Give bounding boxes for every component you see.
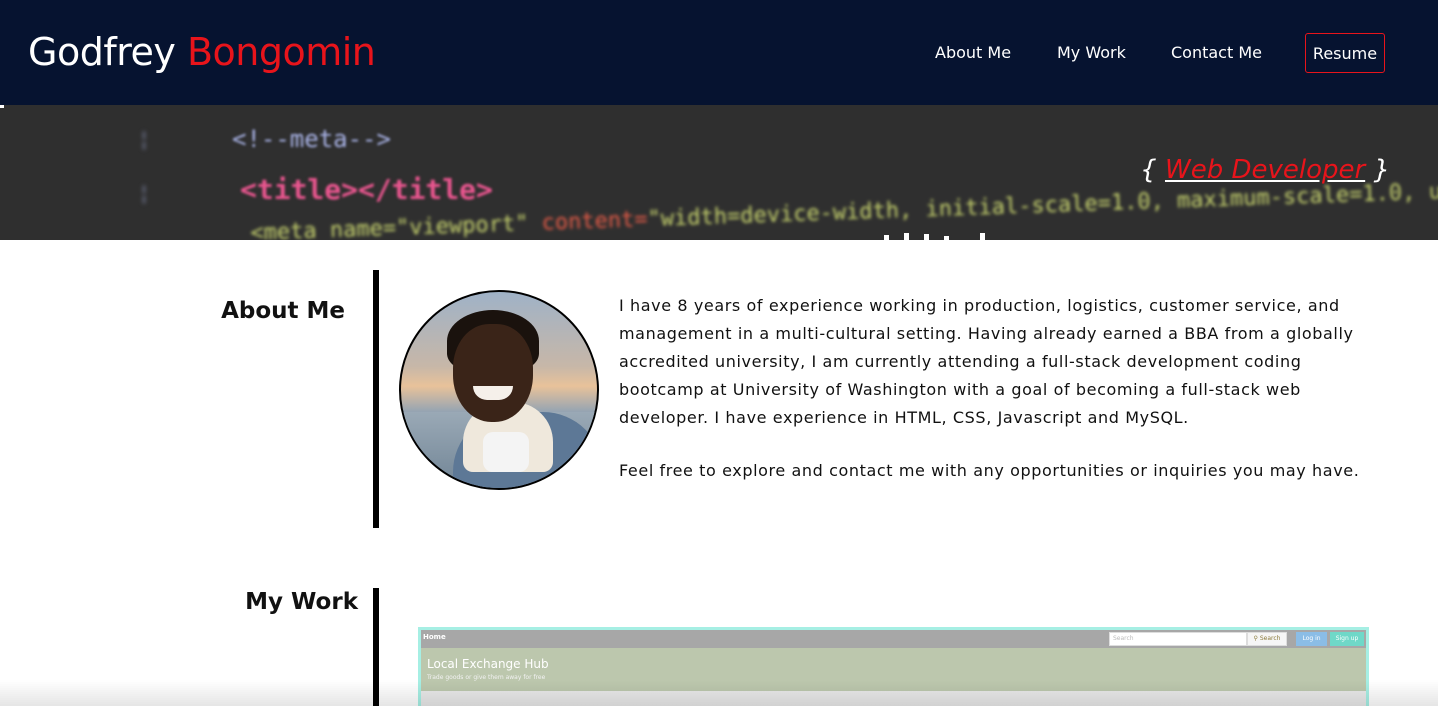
- hero-decor-bars: [880, 233, 1000, 240]
- hero-corner-mark: [0, 105, 4, 108]
- code-background-line: <title></title>: [240, 173, 493, 206]
- decor-bar: [884, 235, 889, 240]
- decor-bar: [980, 233, 985, 240]
- about-section-title: About Me: [221, 298, 345, 324]
- decor-bar: [904, 233, 909, 240]
- tagline-brace-close: }: [1373, 155, 1390, 185]
- project-preview-navbar: Home Search ⚲ Search Log in Sign up: [421, 630, 1366, 648]
- about-description: I have 8 years of experience working in …: [619, 292, 1379, 485]
- project-preview-hero: Local Exchange Hub Trade goods or give t…: [421, 648, 1366, 691]
- section-divider: [373, 588, 379, 706]
- nav-link-about[interactable]: About Me: [935, 33, 1011, 73]
- code-gutter-mark: ¦: [138, 127, 151, 151]
- tagline-role: Web Developer: [1164, 155, 1366, 185]
- nav-link-contact[interactable]: Contact Me: [1171, 33, 1262, 73]
- hero-tagline: { Web Developer }: [1140, 155, 1390, 185]
- code-gutter-mark: ¦: [138, 181, 151, 205]
- hero-banner: ¦ ¦ <!--meta--> <title></title> <meta na…: [0, 105, 1438, 240]
- project-preview-login-button: Log in: [1296, 632, 1327, 646]
- about-paragraph: Feel free to explore and contact me with…: [619, 461, 1360, 480]
- main-nav: About Me My Work Contact Me Resume: [0, 33, 1438, 73]
- project-preview-title: Local Exchange Hub: [427, 657, 549, 671]
- project-preview-home: Home: [423, 633, 446, 641]
- profile-photo: [399, 290, 599, 490]
- resume-button[interactable]: Resume: [1305, 33, 1385, 73]
- work-section-title: My Work: [245, 589, 358, 615]
- tagline-brace-open: {: [1140, 155, 1157, 185]
- about-paragraph: I have 8 years of experience working in …: [619, 296, 1354, 427]
- nav-link-work[interactable]: My Work: [1057, 33, 1126, 73]
- project-preview-subtitle: Trade goods or give them away for free: [427, 674, 546, 681]
- site-header: Godfrey Bongomin About Me My Work Contac…: [0, 0, 1438, 105]
- code-fragment: <meta name="viewport": [250, 210, 543, 240]
- project-preview-signup-button: Sign up: [1330, 632, 1364, 646]
- photo-shirt: [483, 432, 529, 472]
- project-card-local-exchange-hub[interactable]: Home Search ⚲ Search Log in Sign up Loca…: [418, 627, 1369, 706]
- project-preview-search-input: Search: [1109, 632, 1247, 646]
- project-preview-search-button: ⚲ Search: [1247, 632, 1287, 646]
- photo-face: [453, 324, 533, 422]
- project-preview-search-label: Search: [1259, 635, 1281, 642]
- code-fragment: content=: [541, 207, 649, 236]
- decor-bar: [944, 236, 949, 240]
- section-divider: [373, 270, 379, 528]
- code-background-line: <!--meta-->: [232, 125, 391, 153]
- decor-bar: [924, 234, 929, 240]
